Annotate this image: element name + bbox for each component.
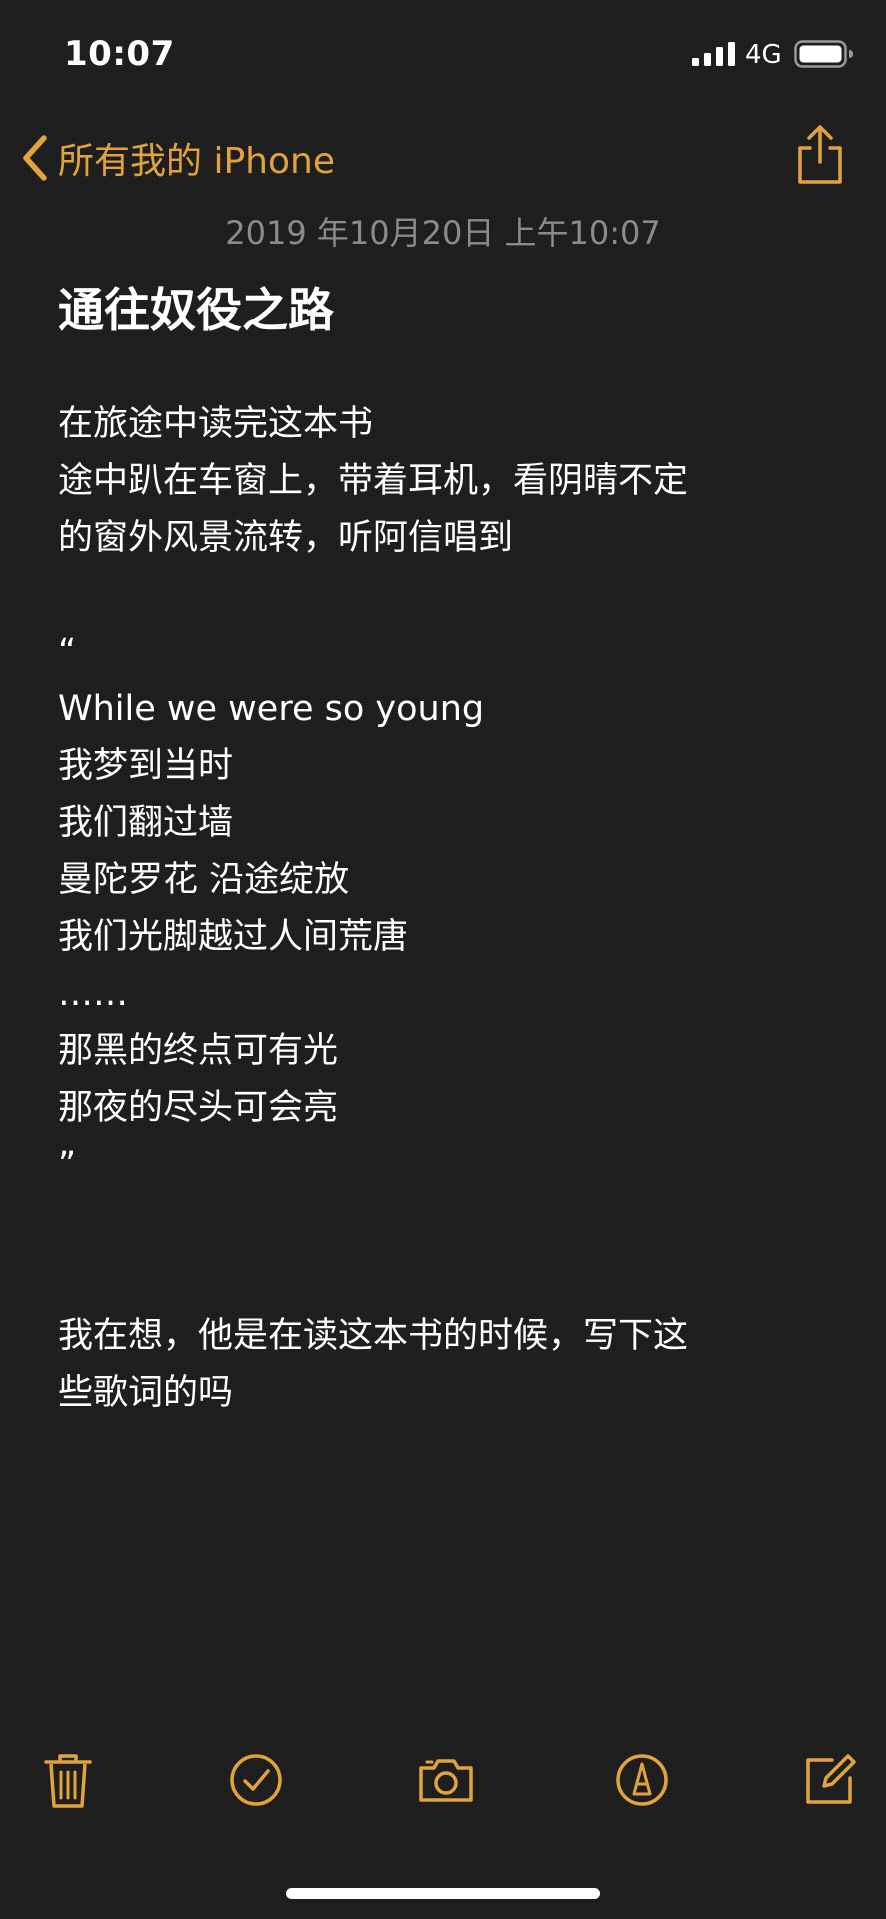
share-icon[interactable] (794, 124, 846, 186)
back-button[interactable]: 所有我的 iPhone (20, 128, 335, 188)
note-line: 曼陀罗花 沿途绽放 (58, 860, 350, 900)
note-line: 的窗外风景流转，听阿信唱到 (58, 518, 514, 558)
note-line: 我梦到当时 (58, 746, 234, 786)
trash-icon[interactable] (38, 1750, 98, 1810)
network-type: 4G (745, 40, 782, 70)
back-button-label: 所有我的 iPhone (58, 141, 335, 182)
note-line: 些歌词的吗 (58, 1373, 234, 1413)
battery-icon (794, 40, 853, 68)
note-line-blank (58, 567, 858, 624)
camera-icon[interactable] (416, 1750, 476, 1810)
markup-icon[interactable] (612, 1750, 672, 1810)
home-indicator[interactable] (286, 1888, 600, 1899)
status-time: 10:07 (64, 34, 175, 74)
note-line: While we were so young (58, 689, 485, 729)
bottom-toolbar (0, 1750, 886, 1830)
note-line: 在旅途中读完这本书 (58, 404, 374, 444)
note-line-blank (58, 1251, 858, 1308)
note-line: 那夜的尽头可会亮 (58, 1088, 339, 1128)
note-line: ” (58, 1145, 77, 1185)
status-bar: 10:07 4G (0, 0, 886, 110)
note-date: 2019 年10月20日 上午10:07 (225, 214, 661, 252)
note-line: 我们翻过墙 (58, 803, 234, 843)
note-line: 那黑的终点可有光 (58, 1031, 339, 1071)
note-line: …… (58, 974, 128, 1014)
note-line: “ (58, 632, 77, 672)
note-line: 我在想，他是在读这本书的时候，写下这 (58, 1316, 689, 1356)
note-title[interactable]: 通往奴役之路 (58, 274, 838, 340)
note-line: 我们光脚越过人间荒唐 (58, 917, 409, 957)
compose-icon[interactable] (800, 1750, 860, 1810)
note-body[interactable]: 在旅途中读完这本书 途中趴在车窗上，带着耳机，看阴晴不定 的窗外风景流转，听阿信… (58, 396, 858, 1422)
note-line-blank (58, 1194, 858, 1251)
chevron-left-icon (23, 135, 47, 181)
note-line: 途中趴在车窗上，带着耳机，看阴晴不定 (58, 461, 689, 501)
signal-bars-icon (692, 42, 735, 66)
checklist-icon[interactable] (226, 1750, 286, 1810)
